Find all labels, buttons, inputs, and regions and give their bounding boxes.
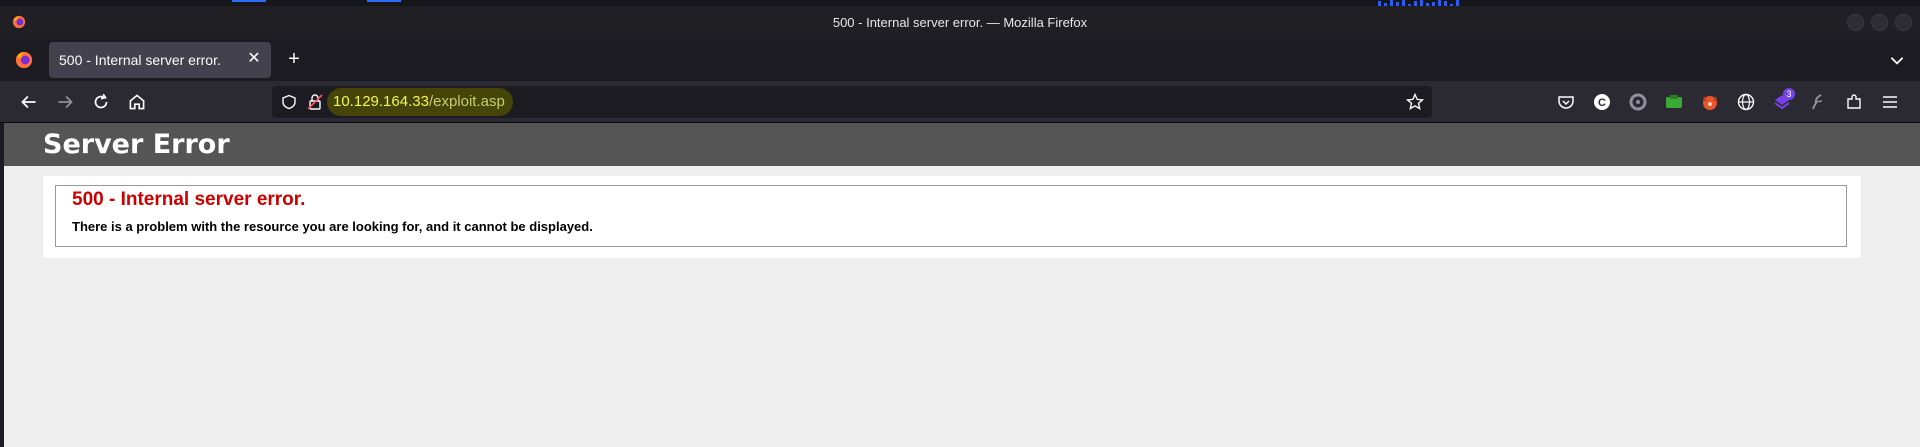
new-tab-button[interactable]: +	[284, 49, 304, 69]
maximize-button[interactable]	[1871, 14, 1888, 31]
navigation-toolbar: 10.129.164.33/exploit.asp C 3	[0, 81, 1920, 123]
close-window-button[interactable]	[1895, 14, 1912, 31]
url-host: 10.129.164.33	[333, 93, 429, 110]
tab-active[interactable]: 500 - Internal server error. ✕	[49, 42, 271, 78]
extensions-puzzle-icon[interactable]	[1844, 92, 1864, 112]
error-content-box: 500 - Internal server error. There is a …	[43, 176, 1861, 258]
globe-icon[interactable]	[1736, 92, 1756, 112]
error-fieldset: 500 - Internal server error. There is a …	[55, 185, 1847, 247]
address-bar[interactable]: 10.129.164.33/exploit.asp	[272, 86, 1432, 118]
hamburger-menu-icon[interactable]	[1880, 92, 1900, 112]
pocket-icon[interactable]	[1556, 92, 1576, 112]
page-header: Server Error	[4, 123, 1920, 166]
url-path: /exploit.asp	[428, 93, 505, 110]
list-all-tabs-icon[interactable]	[1888, 51, 1906, 69]
reload-icon[interactable]	[90, 91, 112, 113]
wand-extension-icon[interactable]	[1808, 92, 1828, 112]
proxy-extension-icon[interactable]	[1628, 92, 1648, 112]
multi-account-containers-button[interactable]: 3	[1772, 88, 1795, 114]
extension-badge: 3	[1783, 88, 1795, 100]
foxyproxy-icon[interactable]	[1700, 92, 1720, 112]
tracking-protection-shield-icon[interactable]	[281, 94, 297, 110]
firefox-view-icon[interactable]	[14, 50, 34, 70]
tab-close-icon[interactable]: ✕	[245, 50, 263, 68]
forward-arrow-icon[interactable]	[54, 91, 76, 113]
wappalyzer-icon[interactable]	[1664, 92, 1684, 112]
tab-label: 500 - Internal server error.	[59, 52, 221, 68]
page-title: Server Error	[43, 129, 230, 160]
bookmark-star-icon[interactable]	[1406, 93, 1424, 111]
back-arrow-icon[interactable]	[18, 91, 40, 113]
workspace-indicator[interactable]	[367, 0, 401, 2]
error-heading: 500 - Internal server error.	[72, 189, 306, 210]
window-titlebar: 500 - Internal server error. — Mozilla F…	[0, 6, 1920, 39]
error-message: There is a problem with the resource you…	[72, 219, 593, 234]
insecure-lock-icon[interactable]	[307, 93, 323, 111]
cookie-editor-icon[interactable]: C	[1592, 92, 1612, 112]
window-title: 500 - Internal server error. — Mozilla F…	[832, 15, 1088, 30]
page-content: Server Error 500 - Internal server error…	[4, 123, 1920, 447]
home-icon[interactable]	[126, 91, 148, 113]
url-text[interactable]: 10.129.164.33/exploit.asp	[327, 88, 513, 116]
svg-text:C: C	[1598, 97, 1606, 109]
minimize-button[interactable]	[1847, 14, 1864, 31]
workspace-indicator[interactable]	[232, 0, 266, 2]
tab-strip: 500 - Internal server error. ✕ +	[0, 39, 1920, 81]
